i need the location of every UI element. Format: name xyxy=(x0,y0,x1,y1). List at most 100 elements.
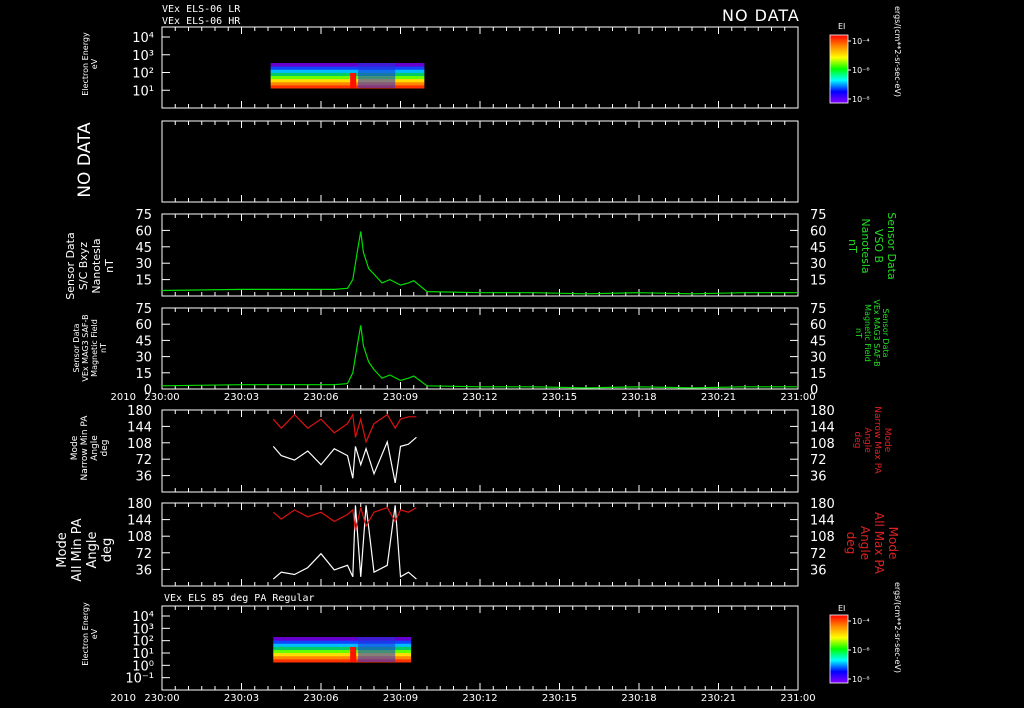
pa_all-ytick-label-right: 144 xyxy=(810,514,835,529)
colorbar-bottom-tick-label: 10⁻⁶ xyxy=(852,646,870,655)
pa_all-ytick-label: 108 xyxy=(127,530,152,545)
bmag_saf-ytick-label: 45 xyxy=(135,334,152,349)
colorbar-top-tick-label: 10⁻⁶ xyxy=(852,66,870,75)
bottom-panel-title: VEx ELS 85 deg PA Regular xyxy=(164,593,315,604)
no-data-notice: NO DATA xyxy=(722,6,800,25)
energy-top-spectrogram-spike xyxy=(350,73,357,88)
bmag-saf-ylabel: Sensor Data VEx MAG3 SAF-B Magnetic Fiel… xyxy=(72,314,108,382)
pa-narrow-right-label: Mode Narrow Max PA Angle deg xyxy=(852,406,892,474)
colorbar-top-tick-label: 10⁻⁸ xyxy=(852,95,870,104)
colorbar-bottom xyxy=(829,614,849,684)
time-axis-label: 230:21 xyxy=(701,693,736,704)
bmag_sc-ytick-label-right: 30 xyxy=(810,257,827,272)
pa_narrow-ytick-label: 180 xyxy=(127,404,152,419)
bmag_saf-ytick-label-right: 0 xyxy=(810,383,818,398)
time-axis-label: 230:15 xyxy=(542,392,577,403)
pa_all-ytick-label: 144 xyxy=(127,514,152,529)
time-axis-label: 230:06 xyxy=(303,392,338,403)
colorbar-top xyxy=(829,34,849,104)
bmag_saf-ytick-label-right: 15 xyxy=(810,367,827,382)
time-axis-label: 230:21 xyxy=(701,392,736,403)
bmag_saf-series-vex-mag3-saf-b xyxy=(161,325,798,389)
header-title-lr: VEx ELS-06 LR xyxy=(162,4,241,15)
energy-top-spectrogram-band xyxy=(270,81,425,86)
pa_all-ytick-label-right: 36 xyxy=(810,563,827,578)
time-axis-label: 230:09 xyxy=(383,392,418,403)
time-axis-label: 230:12 xyxy=(462,392,497,403)
time-axis-label: 231:00 xyxy=(780,693,815,704)
bmag_saf-ytick-label: 30 xyxy=(135,351,152,366)
energy_top-frame xyxy=(161,26,799,109)
pa_all-ytick-label: 180 xyxy=(127,497,152,512)
pa-narrow-ylabel: Mode Narrow Min PA Angle deg xyxy=(70,415,110,481)
pa_narrow-series-narrow-min-pa xyxy=(272,436,417,484)
time-axis-label: 230:03 xyxy=(224,392,259,403)
pa_narrow-series-narrow-max-pa xyxy=(272,412,417,444)
energy-bottom-ylabel: Electron Energy eV xyxy=(81,602,99,666)
time-axis-label: 230:06 xyxy=(303,693,338,704)
colorbar-units-bottom: ergs/(cm**2-sr-sec-eV) xyxy=(893,582,902,674)
pa_narrow-ytick-label-right: 72 xyxy=(810,453,827,468)
bmag_saf-ytick-label: 75 xyxy=(135,302,152,317)
colorbar-bottom-tick-label: 10⁻⁸ xyxy=(852,675,870,684)
colorbar-bottom-tick-label: 10⁻⁴ xyxy=(852,617,870,626)
time-axis-label: 230:18 xyxy=(621,693,656,704)
pa_narrow-frame xyxy=(161,409,799,493)
colorbar-units-top: ergs/(cm**2-sr-sec-eV) xyxy=(893,6,902,98)
bmag_saf-ytick-label-right: 75 xyxy=(810,302,827,317)
bmag_saf-ytick-label-right: 30 xyxy=(810,351,827,366)
pa_all-ytick-label: 36 xyxy=(135,563,152,578)
energy_top-ytick-label: 10⁴ xyxy=(132,31,154,46)
time-axis-label: 230:00 xyxy=(144,693,179,704)
colorbar-title-top: EI xyxy=(838,22,846,31)
bmag_saf-ytick-label: 60 xyxy=(135,318,152,333)
energy-bottom-spectrogram-event xyxy=(358,637,396,662)
pa-all-right-label: Mode All Max PA Angle deg xyxy=(844,512,900,574)
bmag_saf-ytick-label: 15 xyxy=(135,367,152,382)
pa_narrow-ytick-label: 36 xyxy=(135,470,152,485)
energy-bottom-spectrogram-spike xyxy=(350,647,357,662)
pa_all-frame xyxy=(161,502,799,587)
energy-top-spectrogram-event xyxy=(358,63,396,88)
pa_all-ytick-label-right: 72 xyxy=(810,547,827,562)
energy_bottom-ytick-label: 10⁻¹ xyxy=(125,672,154,687)
bmag_saf-ytick-label-right: 60 xyxy=(810,318,827,333)
nodata_panel-frame xyxy=(161,120,799,203)
energy-top-spectrogram xyxy=(270,63,425,89)
pa_narrow-ytick-label: 108 xyxy=(127,437,152,452)
energy-top-spectrogram-band xyxy=(270,84,425,89)
colorbar-title-bottom: EI xyxy=(838,604,846,613)
energy-top-spectrogram-band xyxy=(270,72,425,76)
energy-top-spectrogram-band xyxy=(270,69,425,73)
energy-top-spectrogram-band xyxy=(270,66,425,70)
pa_narrow-ytick-label-right: 180 xyxy=(810,404,835,419)
energy-bottom-spectrogram xyxy=(273,637,412,663)
pa_all-ytick-label-right: 180 xyxy=(810,497,835,512)
bmag_saf-ytick-label-right: 45 xyxy=(810,334,827,349)
time-axis-label: 230:12 xyxy=(462,693,497,704)
energy_top-ytick-label: 10³ xyxy=(132,49,154,64)
bmag_saf-frame xyxy=(161,307,799,390)
pa_narrow-ytick-label-right: 36 xyxy=(810,470,827,485)
bmag_sc-series-vso-b xyxy=(161,231,798,295)
nodata-panel-label: NO DATA xyxy=(75,122,95,198)
bmag_sc-ytick-label-right: 15 xyxy=(810,274,827,289)
energy_top-ytick-label: 10² xyxy=(132,67,154,82)
colorbar-top-tick-label: 10⁻⁴ xyxy=(852,37,870,46)
bmag_sc-frame xyxy=(161,213,799,297)
energy-top-spectrogram-band xyxy=(270,78,425,83)
bmag_sc-ytick-label: 75 xyxy=(135,208,152,223)
bmag_sc-ytick-label-right: 60 xyxy=(810,224,827,239)
pa_all-ytick-label-right: 108 xyxy=(810,530,835,545)
bmag_sc-ytick-label-right: 45 xyxy=(810,241,827,256)
time-axis-label: 230:09 xyxy=(383,693,418,704)
time-axis-year: 2010 xyxy=(111,392,136,403)
bmag-sc-right-label: Sensor Data VSO B Nanotesla nT xyxy=(846,212,898,280)
bmag_saf-ytick-label: 0 xyxy=(144,383,152,398)
pa_narrow-ytick-label-right: 144 xyxy=(810,420,835,435)
bmag_sc-ytick-label: 15 xyxy=(135,274,152,289)
time-axis-label: 230:03 xyxy=(224,693,259,704)
pa_narrow-ytick-label: 144 xyxy=(127,420,152,435)
header-title-hr: VEx ELS-06 HR xyxy=(162,16,241,27)
bmag_sc-ytick-label-right: 75 xyxy=(810,208,827,223)
